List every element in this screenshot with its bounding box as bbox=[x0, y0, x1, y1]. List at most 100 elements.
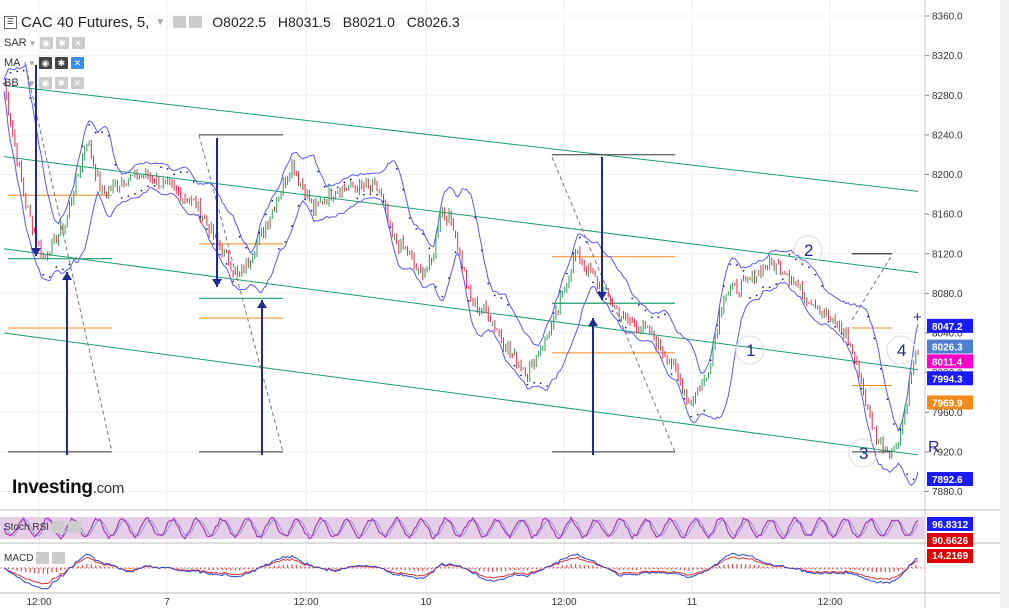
sar-dot bbox=[9, 71, 12, 74]
sar-dot bbox=[605, 298, 607, 300]
sar-dot bbox=[199, 215, 202, 218]
sar-dot bbox=[742, 269, 745, 272]
x-tick-label: 12:00 bbox=[551, 597, 576, 608]
x-tick-label: 10 bbox=[420, 597, 432, 608]
y-tick-label: 7880.0 bbox=[932, 487, 963, 498]
sar-dot bbox=[624, 326, 627, 329]
sar-dot bbox=[500, 297, 503, 300]
price-badge-label: 8011.4 bbox=[932, 357, 962, 368]
sar-dot bbox=[637, 303, 640, 306]
sar-dot bbox=[585, 241, 588, 243]
sar-dot bbox=[205, 228, 208, 230]
ohlc-values: O8022.5 H8031.5 B8021.0 C8026.3 bbox=[212, 14, 467, 30]
y-tick-label: 8120.0 bbox=[932, 249, 963, 260]
sar-dot bbox=[840, 332, 843, 335]
sar-dot bbox=[611, 310, 614, 312]
sar-dot bbox=[506, 304, 509, 306]
close-icon[interactable]: ✕ bbox=[70, 77, 84, 89]
sar-dot bbox=[323, 185, 326, 188]
sar-dot bbox=[395, 167, 398, 170]
sar-dot bbox=[526, 383, 529, 386]
gear-icon[interactable] bbox=[68, 521, 82, 533]
y-tick-label: 8360.0 bbox=[932, 12, 963, 23]
sar-dot bbox=[474, 216, 477, 219]
sar-dot bbox=[441, 295, 444, 298]
sar-dot bbox=[703, 409, 706, 412]
chevron-down-icon[interactable]: ▼ bbox=[29, 39, 37, 48]
y-tick-label: 8240.0 bbox=[932, 130, 963, 141]
sar-dot bbox=[363, 193, 365, 196]
sar-dot bbox=[670, 373, 673, 376]
sar-dot bbox=[94, 131, 97, 134]
settings-icon[interactable] bbox=[189, 16, 203, 28]
sar-dot bbox=[343, 181, 346, 184]
logo-main: Investing bbox=[12, 477, 93, 498]
sar-dot bbox=[572, 252, 575, 255]
sar-dot bbox=[258, 231, 261, 234]
title-dropdown-icon[interactable]: ▼ bbox=[155, 17, 165, 28]
chevron-down-icon[interactable]: ▼ bbox=[28, 79, 36, 88]
sar-dot bbox=[467, 299, 470, 302]
sar-dot bbox=[552, 312, 555, 315]
eye-icon[interactable]: ◉ bbox=[39, 37, 53, 49]
sar-dot bbox=[330, 189, 333, 191]
sar-dot bbox=[454, 251, 457, 254]
sar-dot bbox=[120, 197, 123, 199]
eye-icon[interactable] bbox=[52, 521, 66, 533]
chevron-down-icon[interactable]: ▼ bbox=[28, 59, 36, 68]
vertical-scrollbar[interactable] bbox=[1000, 0, 1009, 608]
close-icon[interactable]: ✕ bbox=[70, 57, 84, 69]
sar-dot bbox=[677, 379, 679, 381]
sar-dot bbox=[421, 233, 424, 235]
x-tick-label: 12:00 bbox=[817, 597, 842, 608]
sar-dot bbox=[775, 283, 778, 286]
indicator-bb-row: BB ▼ ◉ ✱ ✕ bbox=[4, 76, 84, 90]
sar-dot bbox=[225, 263, 228, 265]
sar-dot bbox=[690, 415, 693, 418]
chart-canvas[interactable]: 8360.0 8320.0 8280.0 8240.0 8200.0 8160.0 8120… bbox=[0, 0, 1009, 608]
x-tick-label: 7 bbox=[164, 597, 170, 608]
close-icon[interactable]: ✕ bbox=[71, 37, 85, 49]
sar-dot bbox=[592, 281, 594, 284]
eye-icon[interactable]: ◉ bbox=[38, 57, 52, 69]
sar-dot bbox=[284, 241, 287, 243]
price-badge-label: 8047.2 bbox=[932, 322, 963, 333]
sar-dot bbox=[219, 253, 221, 256]
sar-dot bbox=[160, 166, 162, 169]
sar-dot bbox=[186, 171, 189, 174]
sar-dot bbox=[310, 209, 313, 212]
sar-dot bbox=[827, 320, 830, 323]
sar-dot bbox=[559, 290, 562, 293]
sar-dot bbox=[68, 263, 71, 266]
gear-icon[interactable] bbox=[52, 552, 66, 564]
ohlc-close: C8026.3 bbox=[406, 14, 460, 30]
visibility-icon[interactable] bbox=[173, 16, 187, 28]
sar-dot bbox=[762, 286, 765, 289]
sar-dot bbox=[173, 173, 176, 176]
sar-dot bbox=[578, 236, 581, 239]
indicator-sar-label: SAR bbox=[4, 37, 27, 49]
sar-dot bbox=[749, 297, 751, 299]
sar-dot bbox=[75, 257, 77, 260]
sar-dot bbox=[755, 294, 758, 297]
gear-icon[interactable]: ✱ bbox=[55, 37, 69, 49]
sar-dot bbox=[232, 280, 234, 283]
sar-dot bbox=[631, 297, 634, 300]
stoch-rsi-label: Stoch RSI bbox=[4, 521, 50, 533]
gear-icon[interactable]: ✱ bbox=[54, 57, 68, 69]
sar-dot bbox=[297, 204, 300, 207]
sar-dot bbox=[788, 253, 791, 256]
sar-dot bbox=[114, 163, 117, 166]
menu-icon[interactable]: ☰ bbox=[4, 15, 17, 29]
sar-dot bbox=[781, 278, 784, 281]
sar-dot bbox=[133, 192, 136, 195]
x-tick-label: 11 bbox=[687, 597, 698, 608]
gear-icon[interactable]: ✱ bbox=[54, 77, 68, 89]
sar-dot bbox=[29, 97, 32, 99]
sar-dot bbox=[866, 315, 869, 318]
stoch-rsi-label-row: Stoch RSI bbox=[4, 521, 82, 533]
sar-dot bbox=[899, 428, 902, 431]
eye-icon[interactable] bbox=[36, 552, 50, 564]
sar-dot bbox=[893, 423, 895, 425]
eye-icon[interactable]: ◉ bbox=[38, 77, 52, 89]
